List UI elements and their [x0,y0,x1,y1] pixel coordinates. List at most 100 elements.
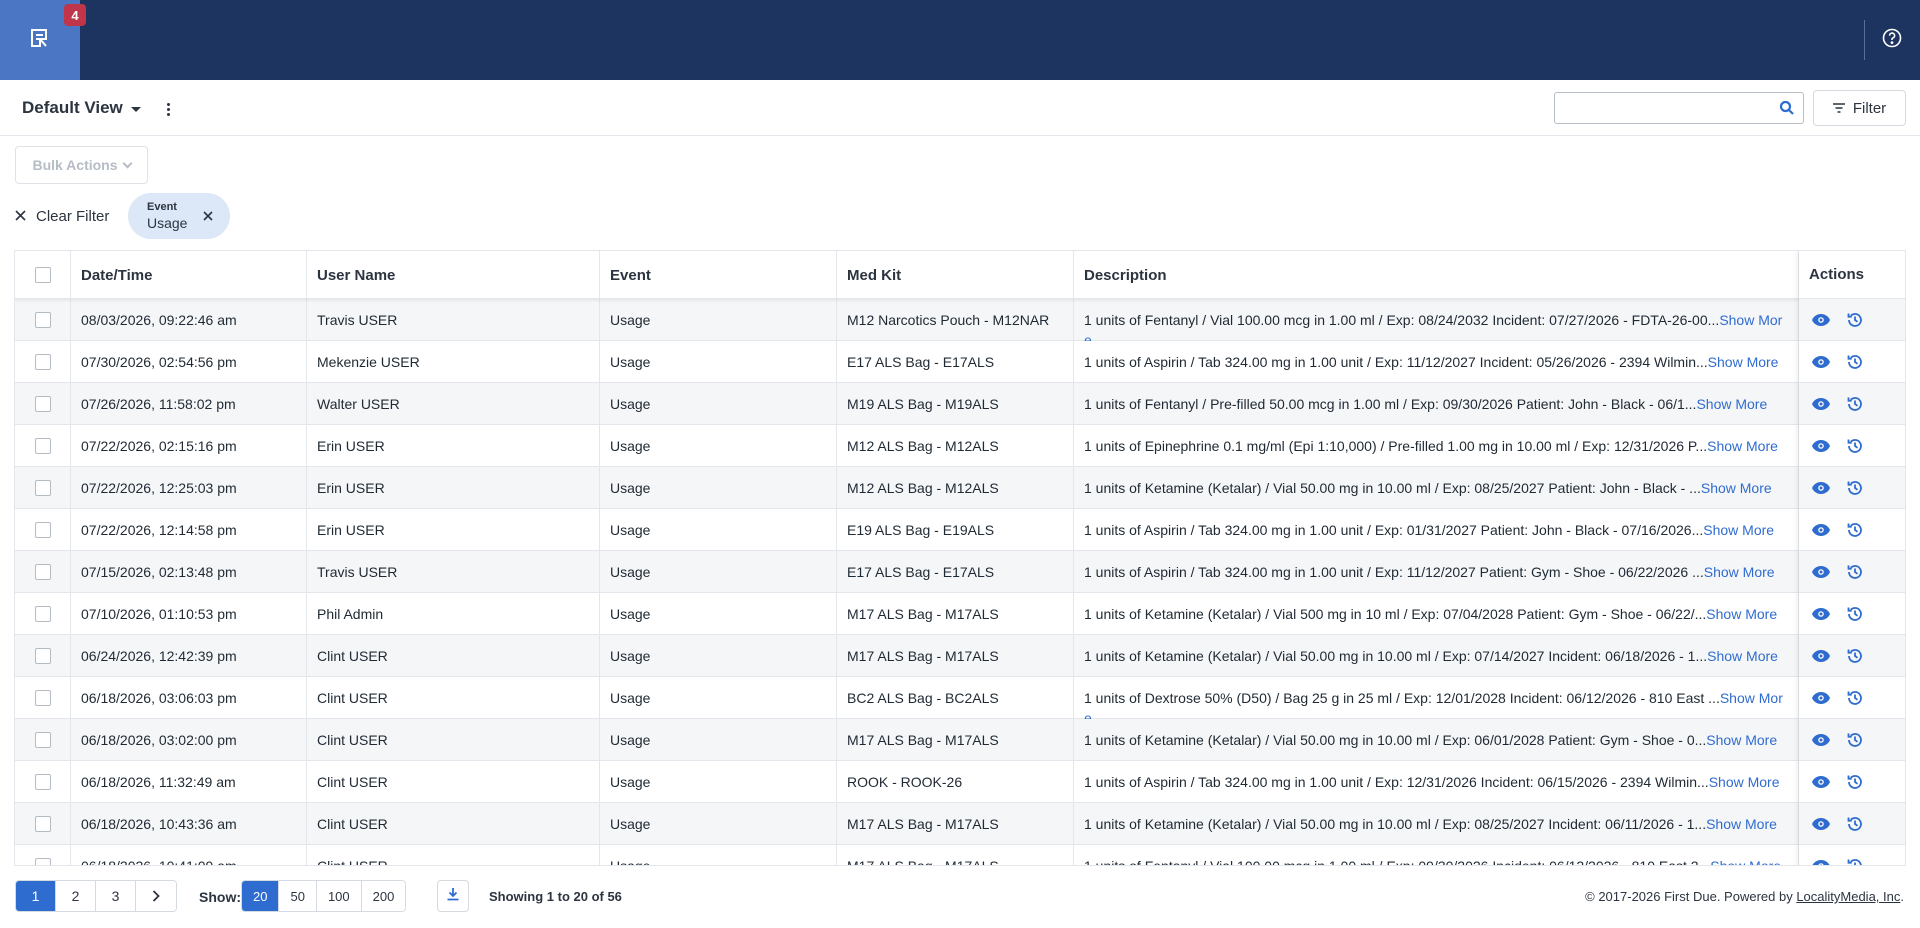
select-all-checkbox[interactable] [34,267,51,283]
view-options-kebab-icon[interactable] [162,100,174,118]
bulk-actions-label: Bulk Actions [32,157,118,173]
clear-filter-button[interactable]: Clear Filter [15,204,109,228]
row-select-cell [15,719,71,761]
row-checkbox[interactable] [34,648,51,664]
row-checkbox[interactable] [34,816,51,832]
column-header-user-name[interactable]: User Name [307,251,600,299]
view-eye-icon[interactable] [1811,772,1831,792]
download-button[interactable] [437,880,469,912]
history-icon[interactable] [1845,562,1865,582]
page-size-option[interactable]: 200 [361,881,406,911]
history-icon[interactable] [1845,856,1865,865]
page-size-option[interactable]: 20 [242,881,280,911]
show-more-link[interactable]: Show More [1709,774,1780,790]
table-row[interactable]: 07/22/2026, 02:15:16 pm Erin USER Usage M12… [15,425,1905,467]
history-icon[interactable] [1845,646,1865,666]
table-row[interactable]: 08/03/2026, 09:22:46 am Travis USER Usage M… [15,299,1905,341]
notification-badge[interactable]: 4 [64,4,86,26]
row-checkbox[interactable] [34,564,51,580]
show-more-link[interactable]: Show More [1703,522,1774,538]
table-row[interactable]: 06/18/2026, 03:06:03 pm Clint USER Usage BC… [15,677,1905,719]
row-checkbox[interactable] [34,438,51,454]
view-eye-icon[interactable] [1811,646,1831,666]
view-eye-icon[interactable] [1811,394,1831,414]
view-eye-icon[interactable] [1811,352,1831,372]
row-checkbox[interactable] [34,774,51,790]
history-icon[interactable] [1845,478,1865,498]
history-icon[interactable] [1845,394,1865,414]
column-header-med-kit[interactable]: Med Kit [837,251,1074,299]
show-more-link[interactable]: Show More [1704,564,1775,580]
view-eye-icon[interactable] [1811,478,1831,498]
table-row[interactable]: 06/24/2026, 12:42:39 pm Clint USER Usage M1… [15,635,1905,677]
show-more-link[interactable]: Show More [1706,606,1777,622]
show-more-link[interactable]: Show More [1706,816,1777,832]
page-button[interactable]: 3 [96,881,136,911]
table-row[interactable]: 06/18/2026, 10:43:36 am Clint USER Usage M1… [15,803,1905,845]
view-eye-icon[interactable] [1811,730,1831,750]
history-icon[interactable] [1845,436,1865,456]
show-more-link[interactable]: Show More [1708,354,1779,370]
row-checkbox[interactable] [34,732,51,748]
table-row[interactable]: 07/30/2026, 02:54:56 pm Mekenzie USER Usag… [15,341,1905,383]
history-icon[interactable] [1845,688,1865,708]
show-more-link[interactable]: Show More [1707,438,1778,454]
remove-chip-close-icon[interactable] [200,208,216,224]
page-button[interactable]: 2 [56,881,96,911]
row-checkbox[interactable] [34,606,51,622]
row-checkbox[interactable] [34,480,51,496]
table-row[interactable]: 07/22/2026, 12:25:03 pm Erin USER Usage M12… [15,467,1905,509]
row-checkbox[interactable] [34,522,51,538]
history-icon[interactable] [1845,814,1865,834]
row-checkbox[interactable] [34,354,51,370]
show-more-link[interactable]: Show More [1701,480,1772,496]
row-checkbox[interactable] [34,690,51,706]
view-eye-icon[interactable] [1811,436,1831,456]
company-link[interactable]: LocalityMedia, Inc [1796,889,1900,904]
column-header-datetime[interactable]: Date/Time [71,251,307,299]
view-eye-icon[interactable] [1811,310,1831,330]
table-row[interactable]: 06/18/2026, 10:41:09 am Clint USER Usage M1… [15,845,1905,865]
search-input[interactable] [1555,93,1775,123]
filter-chip-event[interactable]: Event Usage [128,193,230,239]
table-row[interactable]: 07/26/2026, 11:58:02 pm Walter USER Usage M… [15,383,1905,425]
view-eye-icon[interactable] [1811,520,1831,540]
show-more-link[interactable]: Show More [1696,396,1767,412]
bulk-actions-button[interactable]: Bulk Actions [15,146,148,184]
history-icon[interactable] [1845,730,1865,750]
page-size-option[interactable]: 100 [316,881,362,911]
page-size-option[interactable]: 50 [279,881,317,911]
table-row[interactable]: 06/18/2026, 03:02:00 pm Clint USER Usage M1… [15,719,1905,761]
cell-event: Usage [600,593,837,635]
cell-med-kit: M17 ALS Bag - M17ALS [837,719,1074,761]
column-header-event[interactable]: Event [600,251,837,299]
row-checkbox[interactable] [34,312,51,328]
page-button[interactable]: 1 [16,881,56,911]
history-icon[interactable] [1845,310,1865,330]
view-eye-icon[interactable] [1811,604,1831,624]
history-icon[interactable] [1845,352,1865,372]
filter-button[interactable]: Filter [1813,90,1906,126]
next-page-chevron-right-icon[interactable] [136,881,176,911]
history-icon[interactable] [1845,604,1865,624]
view-eye-icon[interactable] [1811,562,1831,582]
show-more-link[interactable]: Show More [1707,648,1778,664]
table-row[interactable]: 07/15/2026, 02:13:48 pm Travis USER Usage E… [15,551,1905,593]
table-row[interactable]: 06/18/2026, 11:32:49 am Clint USER Usage RO… [15,761,1905,803]
view-eye-icon[interactable] [1811,856,1831,865]
view-eye-icon[interactable] [1811,814,1831,834]
view-selector[interactable]: Default View [22,98,141,118]
history-icon[interactable] [1845,772,1865,792]
show-more-link[interactable]: Show More [1706,732,1777,748]
row-checkbox[interactable] [34,858,51,865]
column-header-description[interactable]: Description [1074,251,1799,299]
show-more-link[interactable]: Show More [1710,858,1781,865]
table-row[interactable]: 07/10/2026, 01:10:53 pm Phil Admin Usage M1… [15,593,1905,635]
history-icon[interactable] [1845,520,1865,540]
row-checkbox[interactable] [34,396,51,412]
table-row[interactable]: 07/22/2026, 12:14:58 pm Erin USER Usage E19… [15,509,1905,551]
search-icon[interactable] [1779,100,1795,116]
top-navigation-bar: 4 [0,0,1920,80]
view-eye-icon[interactable] [1811,688,1831,708]
help-button[interactable] [1880,28,1904,52]
